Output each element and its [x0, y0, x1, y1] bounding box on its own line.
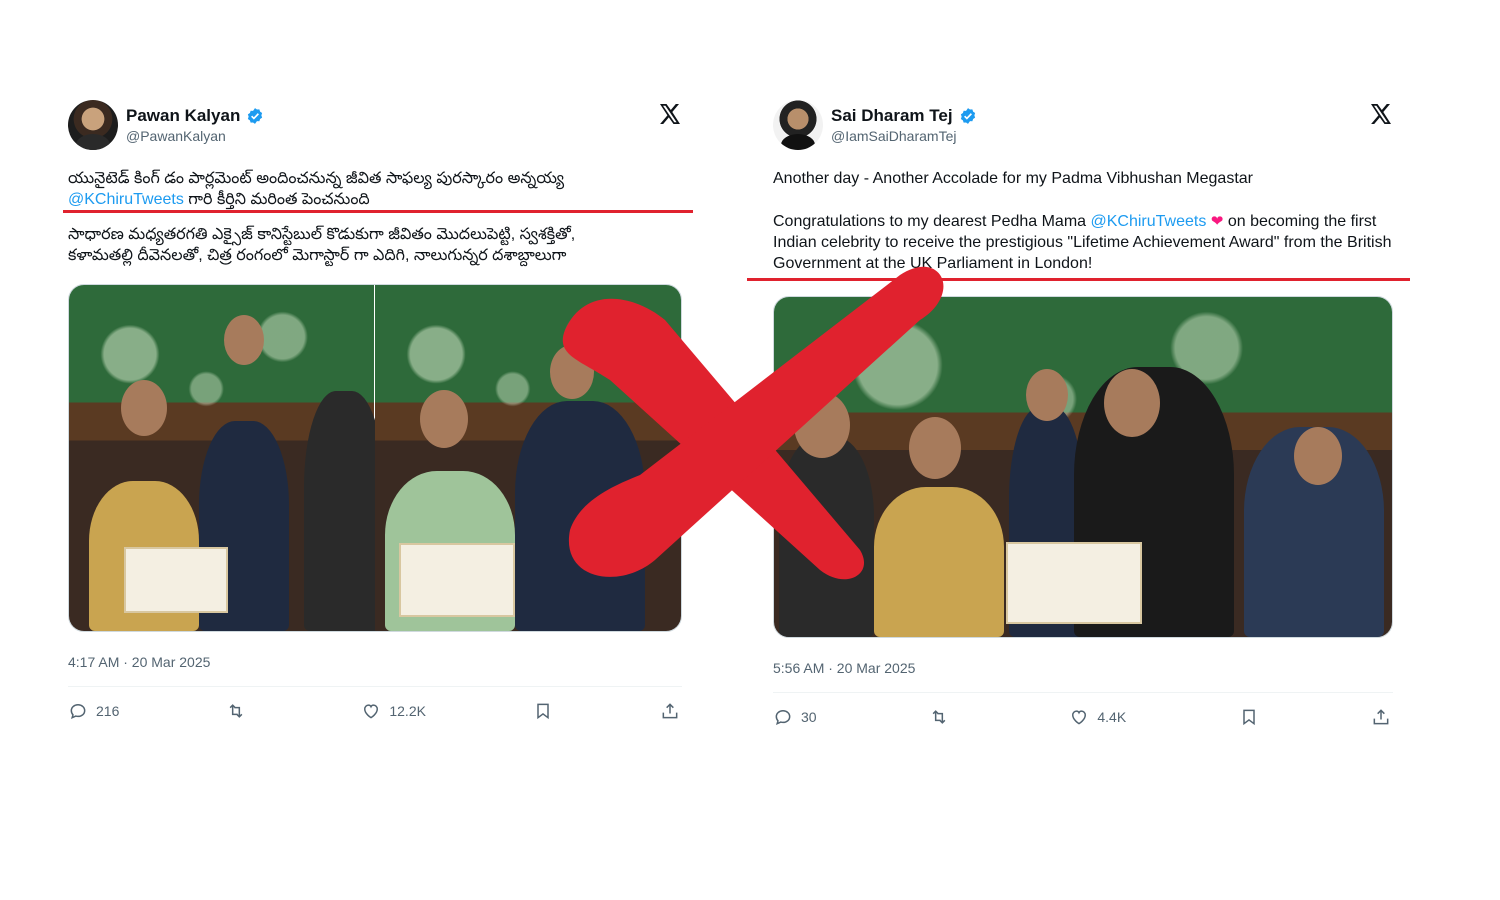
author-name-row: Pawan Kalyan — [126, 106, 264, 126]
author-handle[interactable]: @PawanKalyan — [126, 128, 226, 144]
reply-count: 30 — [801, 709, 817, 725]
bookmark-icon — [1242, 709, 1255, 726]
photo-1[interactable] — [774, 297, 1392, 637]
red-underline-right — [747, 278, 1410, 281]
divider — [773, 692, 1393, 693]
tweet-card-sai-dharam-tej: Sai Dharam Tej @IamSaiDharamTej Another … — [773, 100, 1393, 727]
divider — [68, 686, 682, 687]
person-head — [550, 345, 594, 399]
action-bar: 30 4.4K — [773, 707, 1393, 727]
person-head — [1294, 427, 1342, 485]
heart-emoji: ❤ — [1210, 213, 1224, 230]
share-icon — [1373, 709, 1389, 725]
like-icon — [364, 704, 379, 719]
share-button[interactable] — [660, 701, 680, 721]
avatar[interactable] — [68, 100, 118, 150]
bookmark-button[interactable] — [1239, 707, 1259, 727]
person-head — [794, 392, 850, 458]
person-head — [121, 380, 167, 436]
tweet-text: యునైటెడ్ కింగ్ డం పార్లమెంట్ అందించనున్న… — [68, 168, 682, 210]
x-logo-icon — [1371, 104, 1391, 124]
share-button[interactable] — [1371, 707, 1391, 727]
person-figure — [779, 437, 874, 637]
repost-button[interactable] — [929, 707, 957, 727]
like-count: 12.2K — [389, 703, 426, 719]
tweet-text-line2: గారి కీర్తిని మరింత పెంచనుంది — [183, 191, 370, 208]
share-icon — [662, 703, 678, 719]
tweet-timestamp[interactable]: 5:56 AM · 20 Mar 2025 — [773, 660, 1393, 676]
like-button[interactable]: 12.2K — [361, 701, 426, 721]
mention-link[interactable]: @KChiruTweets — [68, 191, 184, 208]
person-figure — [304, 391, 384, 631]
verified-badge-icon — [960, 108, 975, 124]
action-bar: 216 12.2K — [68, 701, 682, 721]
like-count: 4.4K — [1097, 709, 1127, 725]
person-head — [224, 315, 264, 365]
x-logo-icon — [660, 104, 680, 124]
tweet-text-line1: Another day - Another Accolade for my Pa… — [773, 170, 1253, 187]
tweet-media[interactable] — [773, 296, 1393, 638]
author-name[interactable]: Sai Dharam Tej — [831, 106, 953, 126]
author-handle[interactable]: @IamSaiDharamTej — [831, 128, 956, 144]
certificate — [1006, 542, 1142, 624]
tweet-header: Pawan Kalyan @PawanKalyan — [68, 100, 682, 152]
tweet-card-pawan-kalyan: Pawan Kalyan @PawanKalyan యునైటెడ్ కింగ్… — [68, 100, 682, 721]
photo-2[interactable] — [375, 285, 681, 631]
bookmark-button[interactable] — [533, 701, 553, 721]
repost-icon — [229, 704, 243, 718]
repost-button[interactable] — [226, 701, 254, 721]
person-head — [1104, 369, 1160, 437]
avatar[interactable] — [773, 100, 823, 150]
tweet-timestamp[interactable]: 4:17 AM · 20 Mar 2025 — [68, 654, 682, 670]
like-icon — [1072, 710, 1087, 725]
reply-button[interactable]: 216 — [68, 701, 119, 721]
author-name[interactable]: Pawan Kalyan — [126, 106, 240, 126]
person-head — [1026, 369, 1068, 421]
mention-link[interactable]: @KChiruTweets — [1091, 213, 1207, 230]
person-head — [909, 417, 961, 479]
author-name-row: Sai Dharam Tej — [831, 106, 977, 126]
like-button[interactable]: 4.4K — [1069, 707, 1126, 727]
photo-1[interactable] — [69, 285, 384, 631]
certificate — [399, 543, 515, 617]
bookmark-icon — [537, 703, 549, 720]
repost-icon — [932, 710, 946, 724]
red-underline-left — [63, 210, 693, 213]
tweet-text-line1: యునైటెడ్ కింగ్ డం పార్లమెంట్ అందించనున్న… — [68, 170, 565, 187]
reply-count: 216 — [96, 703, 120, 719]
verified-badge-icon — [248, 108, 263, 124]
reply-icon — [70, 703, 86, 719]
person-head — [420, 390, 468, 448]
tweet-text-paragraph-2: సాధారణ మధ్యతరగతి ఎక్సైజ్ కానిస్టేబుల్ కొ… — [68, 226, 576, 264]
tweet-header: Sai Dharam Tej @IamSaiDharamTej — [773, 100, 1393, 152]
certificate — [124, 547, 228, 613]
reply-button[interactable]: 30 — [773, 707, 817, 727]
tweet-text-paragraph-2: Congratulations to my dearest Pedha Mama… — [773, 211, 1393, 274]
person-figure — [515, 401, 645, 631]
person-figure — [874, 487, 1004, 637]
tweet-text-p2-start: Congratulations to my dearest Pedha Mama — [773, 213, 1091, 230]
tweet-media[interactable] — [68, 284, 682, 632]
reply-icon — [775, 709, 791, 725]
